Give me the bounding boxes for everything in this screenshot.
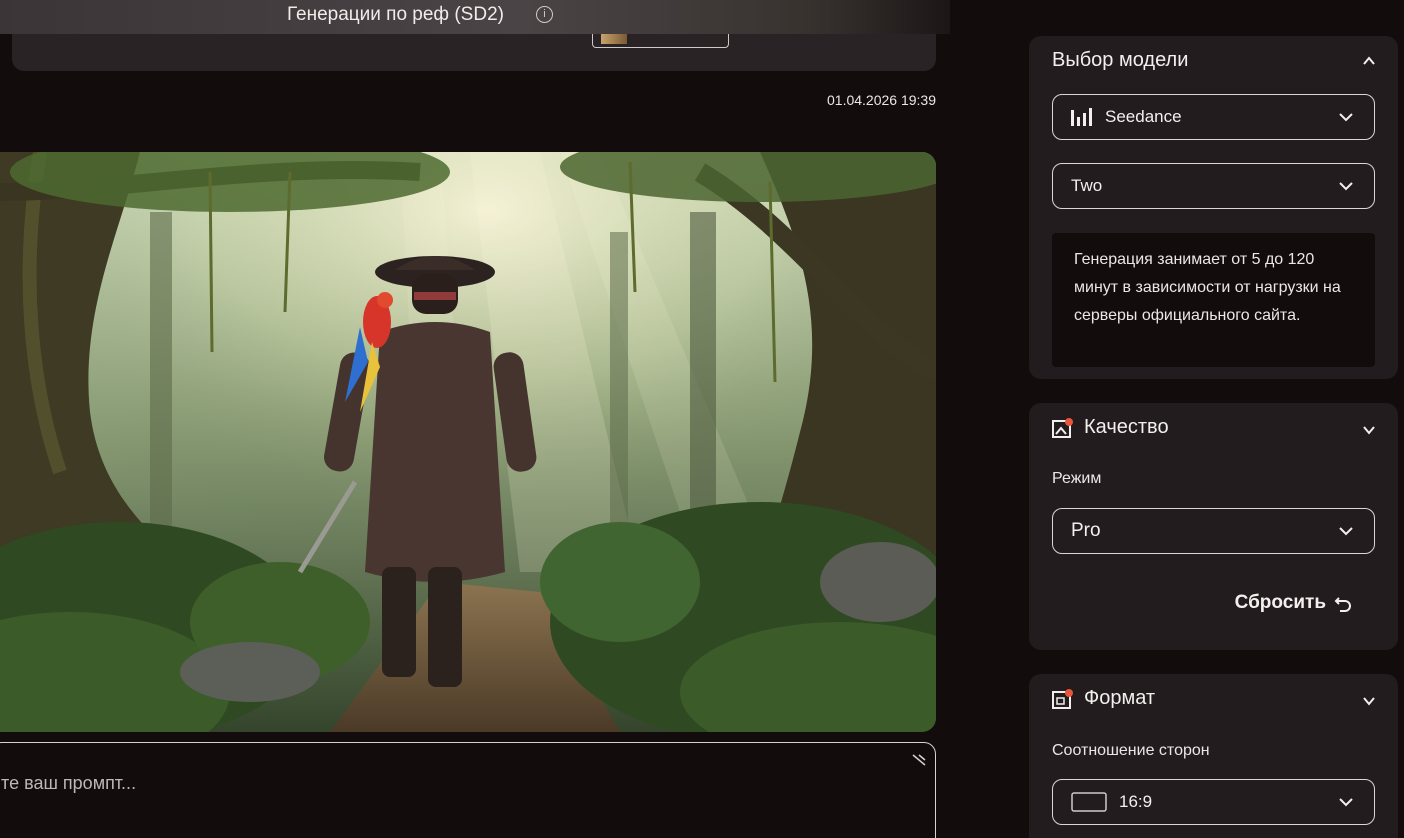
model-panel-title: Выбор модели bbox=[1052, 49, 1189, 71]
image-quality-icon bbox=[1052, 417, 1074, 438]
aspect-ratio-label: Соотношение сторон bbox=[1052, 742, 1210, 759]
format-panel: Формат Соотношение сторон 16:9 bbox=[1029, 674, 1398, 838]
chevron-down-icon bbox=[1339, 527, 1353, 536]
version-select-value: Two bbox=[1071, 176, 1103, 195]
reference-thumbnail[interactable] bbox=[592, 34, 729, 48]
info-icon[interactable]: i bbox=[536, 6, 553, 23]
format-icon bbox=[1052, 688, 1074, 709]
jungle-pirate-illustration bbox=[0, 152, 936, 732]
chevron-down-icon[interactable] bbox=[1362, 423, 1376, 437]
quality-panel: Качество Режим Pro Сбросить bbox=[1029, 403, 1398, 650]
model-select[interactable]: Seedance bbox=[1052, 94, 1375, 140]
generation-time-note: Генерация занимает от 5 до 120 минут в з… bbox=[1052, 233, 1375, 367]
undo-icon bbox=[1334, 597, 1351, 612]
aspect-ratio-value: 16:9 bbox=[1119, 792, 1153, 811]
quality-panel-title: Качество bbox=[1084, 416, 1169, 438]
chevron-down-icon[interactable] bbox=[1362, 694, 1376, 708]
generated-image[interactable] bbox=[0, 152, 936, 732]
format-panel-title: Формат bbox=[1084, 687, 1156, 709]
mode-select-value: Pro bbox=[1071, 520, 1101, 541]
mode-select[interactable]: Pro bbox=[1052, 508, 1375, 554]
model-select-value: Seedance bbox=[1105, 107, 1182, 126]
aspect-ratio-select[interactable]: 16:9 bbox=[1052, 779, 1375, 825]
reset-label: Сбросить bbox=[1234, 592, 1326, 613]
model-panel-header[interactable]: Выбор модели bbox=[1052, 49, 1188, 72]
prompt-input[interactable] bbox=[0, 769, 871, 797]
thumbnail-image bbox=[601, 34, 627, 44]
version-select[interactable]: Two bbox=[1052, 163, 1375, 209]
resize-handle-icon[interactable] bbox=[911, 753, 927, 767]
reset-button[interactable]: Сбросить bbox=[1235, 592, 1352, 614]
aspect-ratio-icon bbox=[1071, 792, 1107, 812]
prompt-box bbox=[0, 742, 936, 838]
chevron-down-icon bbox=[1339, 182, 1353, 191]
quality-panel-header[interactable]: Качество bbox=[1052, 416, 1169, 439]
model-panel: Выбор модели Seedance Two Генерация зани… bbox=[1029, 36, 1398, 379]
mode-label: Режим bbox=[1052, 470, 1102, 487]
format-panel-header[interactable]: Формат bbox=[1052, 687, 1155, 710]
previous-generation-card bbox=[12, 34, 936, 71]
chevron-down-icon bbox=[1339, 798, 1353, 807]
top-bar: Генерации по реф (SD2) i bbox=[0, 0, 950, 34]
page-title: Генерации по реф (SD2) bbox=[287, 4, 504, 25]
generation-timestamp: 01.04.2026 19:39 bbox=[827, 92, 936, 108]
chevron-up-icon[interactable] bbox=[1362, 54, 1376, 68]
bars-icon bbox=[1071, 108, 1092, 126]
chevron-down-icon bbox=[1339, 113, 1353, 122]
